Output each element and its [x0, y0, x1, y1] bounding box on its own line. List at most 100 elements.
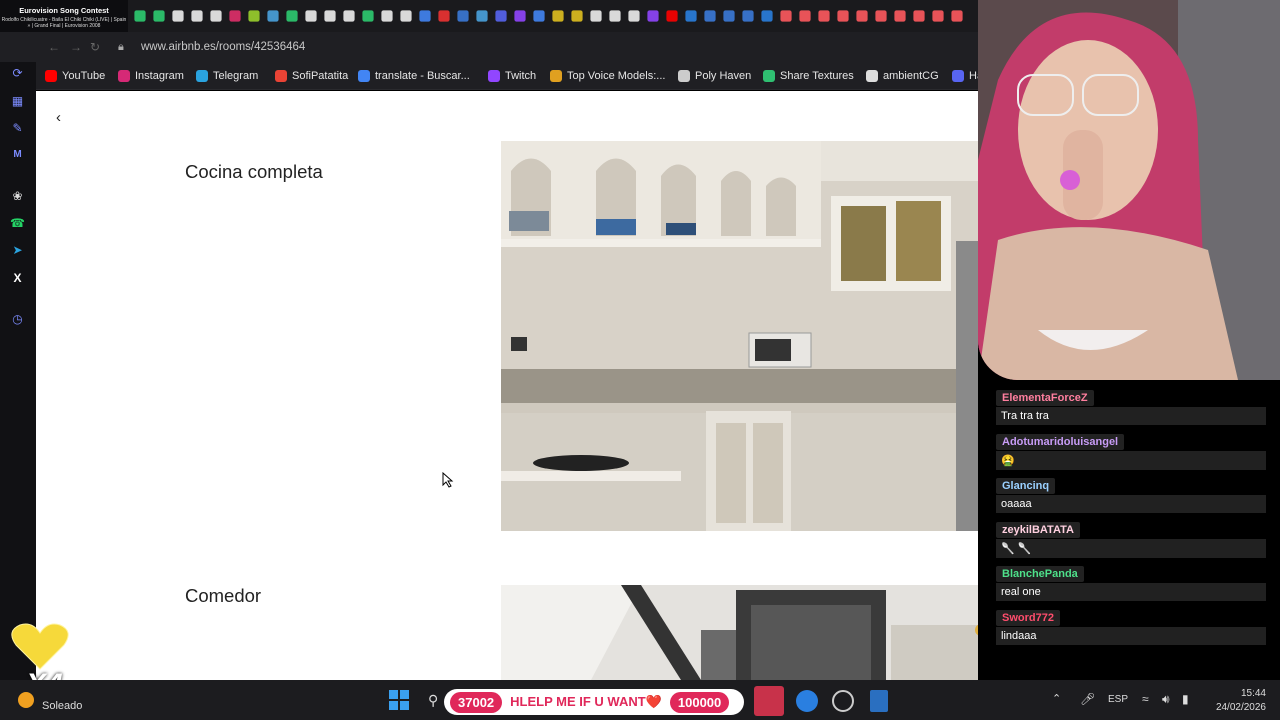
- pinned-tab-icon[interactable]: [552, 10, 564, 22]
- pinned-tab-icon[interactable]: [324, 10, 336, 22]
- chat-message: BlanchePanda real one: [996, 564, 1266, 601]
- pinned-tab-icon[interactable]: [742, 10, 754, 22]
- bookmark-label: SofiPatatita: [292, 70, 349, 82]
- search-icon[interactable]: ⚲: [428, 692, 438, 709]
- bookmark-twitch[interactable]: Twitch: [488, 69, 536, 83]
- pinned-tab-icon[interactable]: [533, 10, 545, 22]
- edge-browser-icon[interactable]: [796, 690, 818, 712]
- pinned-tab-icon[interactable]: [913, 10, 925, 22]
- windows-start-icon[interactable]: [389, 690, 409, 710]
- pinned-tab-icon[interactable]: [761, 10, 773, 22]
- back-arrow-icon[interactable]: ←: [48, 40, 60, 54]
- pinned-tab-icon[interactable]: [951, 10, 963, 22]
- clock-date[interactable]: 24/02/2026: [1210, 702, 1266, 713]
- extension-icon[interactable]: ▦: [9, 92, 26, 109]
- pinned-tab-icon[interactable]: [647, 10, 659, 22]
- section-heading-kitchen: Cocina completa: [185, 161, 323, 182]
- volume-icon[interactable]: 🔊︎: [1162, 692, 1170, 707]
- clock-time[interactable]: 15:44: [1228, 688, 1266, 699]
- pinned-tab-icon[interactable]: [609, 10, 621, 22]
- pinned-tab-icon[interactable]: [229, 10, 241, 22]
- pinned-tab-icon[interactable]: [590, 10, 602, 22]
- url-field[interactable]: www.airbnb.es/rooms/42536464: [141, 41, 305, 53]
- chatgpt-icon[interactable]: ❀: [9, 187, 26, 204]
- dining-photo[interactable]: [501, 585, 978, 680]
- bookmark-translate-buscar[interactable]: translate - Buscar...: [358, 69, 470, 83]
- pinned-tab-icon[interactable]: [799, 10, 811, 22]
- bookmark-label: Twitch: [505, 70, 537, 82]
- polyhaven-icon: [678, 70, 690, 82]
- pinned-tab-icon[interactable]: [419, 10, 431, 22]
- pinned-tab-icon[interactable]: [666, 10, 678, 22]
- telegram-icon: [196, 70, 208, 82]
- chat-message: zeykilBATATA 🥄 🥄: [996, 520, 1266, 558]
- bookmark-poly-haven[interactable]: Poly Haven: [678, 69, 751, 83]
- bookmark-ambientcg[interactable]: ambientCG: [866, 69, 939, 83]
- language-indicator[interactable]: ESP: [1108, 694, 1128, 705]
- back-chevron-icon[interactable]: ‹: [56, 109, 61, 126]
- pinned-tab-icon[interactable]: [400, 10, 412, 22]
- pinned-tab-icon[interactable]: [134, 10, 146, 22]
- notes-icon[interactable]: ✎: [9, 119, 26, 136]
- battery-icon[interactable]: ▮: [1182, 692, 1189, 706]
- weather-label[interactable]: Soleado: [42, 700, 82, 712]
- app-icon-recorder[interactable]: [832, 690, 854, 712]
- pinned-tab-icon[interactable]: [685, 10, 697, 22]
- bookmark-sofipatatita[interactable]: SofiPatatita: [275, 69, 348, 83]
- chat-text: Tra tra tra: [996, 407, 1266, 425]
- app-icon-red[interactable]: [754, 686, 784, 716]
- pinned-tab-icon[interactable]: [571, 10, 583, 22]
- pinned-tab-icon[interactable]: [856, 10, 868, 22]
- pinned-tab-icon[interactable]: [932, 10, 944, 22]
- pinned-tab-icon[interactable]: [875, 10, 887, 22]
- kitchen-photo[interactable]: [501, 141, 978, 531]
- bookmark-instagram[interactable]: Instagram: [118, 69, 184, 83]
- pinned-tab-icon[interactable]: [343, 10, 355, 22]
- twitch-icon: [488, 70, 500, 82]
- tray-overflow-icon[interactable]: ⌃: [1052, 692, 1061, 705]
- chat-message: Sword772 lindaaa: [996, 608, 1266, 645]
- pinned-tab-icon[interactable]: [457, 10, 469, 22]
- weather-sun-icon[interactable]: [18, 692, 34, 708]
- pinned-tab-icon[interactable]: [704, 10, 716, 22]
- history-icon[interactable]: ⟳: [9, 64, 26, 81]
- pinned-tab-icon[interactable]: [514, 10, 526, 22]
- bookmark-share-textures[interactable]: Share Textures: [763, 69, 854, 83]
- pinned-tab-icon[interactable]: [818, 10, 830, 22]
- pinned-tab-icon[interactable]: [495, 10, 507, 22]
- pinned-tab-icon[interactable]: [628, 10, 640, 22]
- pinned-tab-icon[interactable]: [305, 10, 317, 22]
- pinned-tab-icon[interactable]: [191, 10, 203, 22]
- clock-icon[interactable]: ◷: [9, 310, 26, 327]
- pinned-tab-icon[interactable]: [723, 10, 735, 22]
- pinned-tab-icon[interactable]: [267, 10, 279, 22]
- pinned-tab-icon[interactable]: [837, 10, 849, 22]
- pinned-tab-icon[interactable]: [381, 10, 393, 22]
- bookmark-top-voice-models[interactable]: Top Voice Models:...: [550, 69, 665, 83]
- pinned-tab-icon[interactable]: [362, 10, 374, 22]
- lock-icon[interactable]: 🔒︎: [118, 41, 124, 54]
- pinned-tab-icon[interactable]: [476, 10, 488, 22]
- reload-icon[interactable]: ↻: [90, 40, 100, 54]
- pinned-tab-icon[interactable]: [286, 10, 298, 22]
- pinned-tab-icon[interactable]: [172, 10, 184, 22]
- google-icon: [358, 70, 370, 82]
- wifi-icon[interactable]: ≈: [1142, 692, 1149, 706]
- pinned-tab-icon[interactable]: [438, 10, 450, 22]
- chat-username: Glancinq: [996, 478, 1056, 494]
- whatsapp-icon[interactable]: ☎: [9, 214, 26, 231]
- forward-arrow-icon[interactable]: →: [70, 40, 82, 54]
- pinned-tab-icon[interactable]: [248, 10, 260, 22]
- pinned-tab-icon[interactable]: [780, 10, 792, 22]
- pinned-tab-icon[interactable]: [894, 10, 906, 22]
- x-icon[interactable]: X: [9, 269, 26, 286]
- microphone-icon[interactable]: 🎤︎: [1080, 692, 1095, 706]
- messenger-icon[interactable]: M: [9, 146, 26, 163]
- pinned-tab-icon[interactable]: [210, 10, 222, 22]
- bookmark-youtube[interactable]: YouTube: [45, 69, 105, 83]
- bookmark-telegram[interactable]: Telegram: [196, 69, 258, 83]
- calculator-icon[interactable]: [870, 690, 888, 712]
- chat-username: zeykilBATATA: [996, 522, 1080, 538]
- telegram-icon[interactable]: ➤: [9, 241, 26, 258]
- pinned-tab-icon[interactable]: [153, 10, 165, 22]
